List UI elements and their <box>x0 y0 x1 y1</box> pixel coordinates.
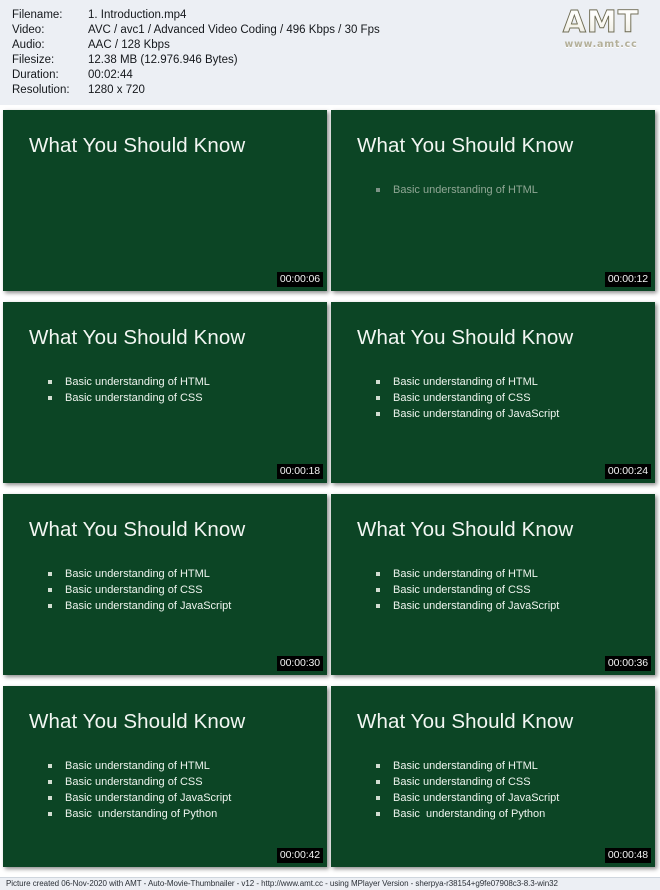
thumbnail-timestamp: 00:00:36 <box>604 656 651 671</box>
thumbnail-tile[interactable]: What You Should Know Basic understanding… <box>3 494 327 675</box>
thumbnail-timestamp: 00:00:24 <box>604 464 651 479</box>
info-label-duration: Duration: <box>12 69 59 81</box>
thumbnail-tile[interactable]: What You Should Know Basic understanding… <box>331 110 655 291</box>
slide-bullet-item: Basic understanding of JavaScript <box>376 406 559 422</box>
slide-title: What You Should Know <box>29 710 246 733</box>
thumbnail-timestamp: 00:00:30 <box>276 656 323 671</box>
info-value-video: AVC / avc1 / Advanced Video Coding / 496… <box>88 24 380 36</box>
thumbnail-grid: What You Should Know 00:00:06 What You S… <box>0 105 660 877</box>
slide-bullet-list: Basic understanding of HTML Basic underst… <box>376 758 559 822</box>
thumbnail-tile[interactable]: What You Should Know Basic understanding… <box>331 686 655 867</box>
slide-title: What You Should Know <box>29 326 246 349</box>
slide-bullet-item: Basic understanding of HTML <box>376 182 538 198</box>
thumbnail-timestamp: 00:00:42 <box>276 848 323 863</box>
slide-title: What You Should Know <box>357 710 574 733</box>
amt-logo: AMT www.amt.cc <box>552 7 650 51</box>
slide-bullet-item: Basic understanding of Python <box>376 806 559 822</box>
thumbnail-row-4: What You Should Know Basic understanding… <box>3 686 660 867</box>
info-label-audio: Audio: <box>12 39 45 51</box>
info-label-video: Video: <box>12 24 45 36</box>
slide-bullet-item: Basic understanding of HTML <box>376 566 559 582</box>
slide-bullet-item: Basic understanding of JavaScript <box>376 790 559 806</box>
info-row-resolution: Resolution: 1280 x 720 <box>12 84 380 99</box>
media-info-header: Filename: 1. Introduction.mp4 Video: AVC… <box>0 0 660 105</box>
thumbnail-row-2: What You Should Know Basic understanding… <box>3 302 660 483</box>
thumbnail-timestamp: 00:00:18 <box>276 464 323 479</box>
thumbnail-tile[interactable]: What You Should Know Basic understanding… <box>3 686 327 867</box>
slide-bullet-item: Basic understanding of CSS <box>48 390 210 406</box>
slide-title: What You Should Know <box>357 134 574 157</box>
slide-bullet-item: Basic understanding of CSS <box>376 774 559 790</box>
slide-bullet-item: Basic understanding of JavaScript <box>48 598 231 614</box>
slide-bullet-list: Basic understanding of HTML Basic underst… <box>376 566 559 614</box>
slide-title: What You Should Know <box>357 326 574 349</box>
info-value-audio: AAC / 128 Kbps <box>88 39 170 51</box>
info-row-video: Video: AVC / avc1 / Advanced Video Codin… <box>12 24 380 39</box>
thumbnail-row-1: What You Should Know 00:00:06 What You S… <box>3 110 660 291</box>
slide-bullet-item: Basic understanding of HTML <box>376 374 559 390</box>
info-row-duration: Duration: 00:02:44 <box>12 69 380 84</box>
slide-bullet-item: Basic understanding of HTML <box>376 758 559 774</box>
info-value-duration: 00:02:44 <box>88 69 133 81</box>
thumbnail-timestamp: 00:00:48 <box>604 848 651 863</box>
slide-bullet-item: Basic understanding of CSS <box>48 582 231 598</box>
slide-bullet-item: Basic understanding of CSS <box>376 390 559 406</box>
slide-bullet-item: Basic understanding of Python <box>48 806 231 822</box>
thumbnail-timestamp: 00:00:12 <box>604 272 651 287</box>
thumbnail-row-3: What You Should Know Basic understanding… <box>3 494 660 675</box>
info-label-resolution: Resolution: <box>12 84 70 96</box>
slide-bullet-list: Basic understanding of HTML Basic underst… <box>48 374 210 406</box>
slide-bullet-item: Basic understanding of HTML <box>48 758 231 774</box>
thumbnail-tile[interactable]: What You Should Know 00:00:06 <box>3 110 327 291</box>
thumbnail-timestamp: 00:00:06 <box>276 272 323 287</box>
info-label-filename: Filename: <box>12 9 63 21</box>
slide-bullet-item: Basic understanding of JavaScript <box>376 598 559 614</box>
slide-bullet-item: Basic understanding of HTML <box>48 374 210 390</box>
info-row-audio: Audio: AAC / 128 Kbps <box>12 39 380 54</box>
info-value-filename: 1. Introduction.mp4 <box>88 9 187 21</box>
slide-bullet-list: Basic understanding of HTML Basic underst… <box>48 758 231 822</box>
slide-bullet-list: Basic understanding of HTML Basic underst… <box>376 374 559 422</box>
info-value-resolution: 1280 x 720 <box>88 84 145 96</box>
slide-bullet-item: Basic understanding of CSS <box>48 774 231 790</box>
slide-bullet-list: Basic understanding of HTML Basic underst… <box>48 566 231 614</box>
slide-bullet-item: Basic understanding of HTML <box>48 566 231 582</box>
media-info-table: Filename: 1. Introduction.mp4 Video: AVC… <box>12 9 380 99</box>
slide-bullet-item: Basic understanding of JavaScript <box>48 790 231 806</box>
slide-title: What You Should Know <box>357 518 574 541</box>
slide-title: What You Should Know <box>29 134 246 157</box>
footer-credit-text: Picture created 06-Nov-2020 with AMT - A… <box>6 879 558 888</box>
thumbnail-tile[interactable]: What You Should Know Basic understanding… <box>331 302 655 483</box>
thumbnail-tile[interactable]: What You Should Know Basic understanding… <box>3 302 327 483</box>
thumbnail-tile[interactable]: What You Should Know Basic understanding… <box>331 494 655 675</box>
info-value-filesize: 12.38 MB (12.976.946 Bytes) <box>88 54 238 66</box>
slide-title: What You Should Know <box>29 518 246 541</box>
info-label-filesize: Filesize: <box>12 54 55 66</box>
amt-logo-mark: AMT <box>552 7 650 38</box>
media-info-rows: Filename: 1. Introduction.mp4 Video: AVC… <box>12 9 380 99</box>
slide-bullet-item: Basic understanding of CSS <box>376 582 559 598</box>
info-row-filesize: Filesize: 12.38 MB (12.976.946 Bytes) <box>12 54 380 69</box>
amt-logo-url: www.amt.cc <box>564 39 638 50</box>
footer-bar: Picture created 06-Nov-2020 with AMT - A… <box>0 877 660 890</box>
info-row-filename: Filename: 1. Introduction.mp4 <box>12 9 380 24</box>
slide-bullet-list: Basic understanding of HTML <box>376 182 538 198</box>
